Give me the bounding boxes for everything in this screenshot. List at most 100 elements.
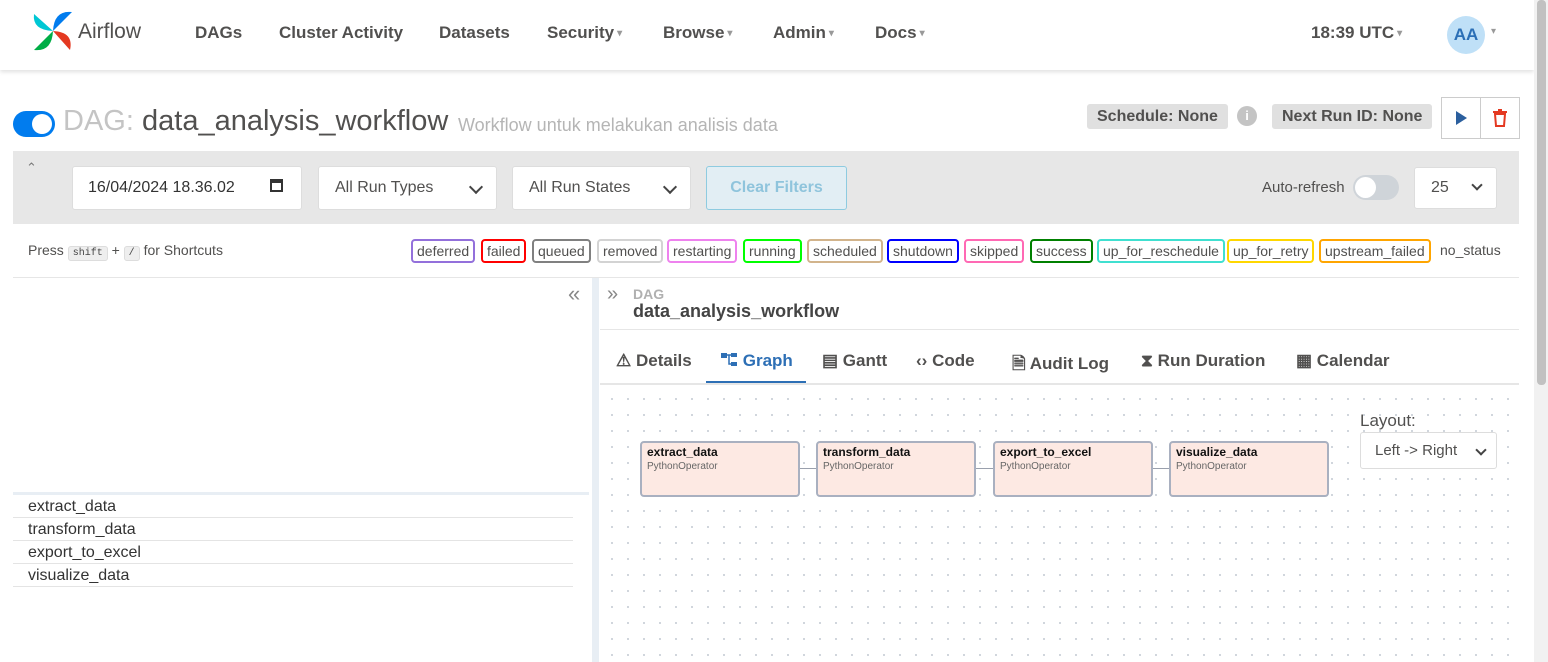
caret-down-icon[interactable]: ▾ (1491, 26, 1496, 37)
graph-node-export-to-excel[interactable]: export_to_excel PythonOperator (993, 441, 1153, 497)
nav-cluster-activity[interactable]: Cluster Activity (279, 23, 403, 43)
state-success[interactable]: success (1030, 239, 1093, 263)
collapse-up-icon[interactable]: ⌃ (26, 160, 37, 176)
breadcrumb-dag-name[interactable]: data_analysis_workflow (633, 301, 839, 322)
breadcrumb-label: DAG (633, 286, 665, 302)
state-no-status[interactable]: no_status (1440, 242, 1501, 258)
calendar-icon: ▦ (1296, 351, 1313, 370)
tab-code[interactable]: ‹› Code (916, 351, 975, 371)
graph-node-extract-data[interactable]: extract_data PythonOperator (640, 441, 800, 497)
tab-code-label: Code (932, 351, 975, 370)
brand-name[interactable]: Airflow (78, 20, 141, 44)
nav-datasets[interactable]: Datasets (439, 23, 510, 43)
panel-resizer[interactable] (592, 278, 599, 662)
layout-label: Layout: (1360, 411, 1416, 430)
user-avatar[interactable]: AA (1447, 16, 1485, 54)
node-title: transform_data (823, 445, 911, 459)
nav-dags[interactable]: DAGs (195, 23, 242, 43)
state-scheduled[interactable]: scheduled (807, 239, 883, 263)
caret-down-icon: ▾ (727, 28, 733, 40)
state-removed[interactable]: removed (597, 239, 664, 263)
state-shutdown[interactable]: shutdown (887, 239, 959, 263)
caret-down-icon: ▾ (1397, 28, 1403, 40)
schedule-badge: Schedule: None (1087, 104, 1228, 129)
calendar-icon[interactable] (270, 179, 283, 192)
layout-select[interactable]: Left -> Right (1360, 432, 1497, 469)
task-row-export-to-excel[interactable]: export_to_excel (13, 542, 573, 564)
tab-calendar[interactable]: ▦ Calendar (1296, 351, 1390, 371)
nav-docs[interactable]: Docs ▾ (875, 23, 925, 43)
delete-dag-button[interactable] (1480, 97, 1520, 139)
chevron-down-icon (1471, 179, 1483, 191)
info-icon[interactable]: i (1237, 106, 1257, 126)
nav-admin[interactable]: Admin ▾ (773, 23, 834, 43)
shortcuts-hint: Press shift + / for Shortcuts (28, 242, 223, 261)
timezone-menu[interactable]: 18:39 UTC ▾ (1311, 23, 1402, 43)
task-row-visualize-data[interactable]: visualize_data (13, 565, 573, 587)
warning-icon: ⚠ (616, 351, 632, 370)
state-running[interactable]: running (743, 239, 802, 263)
state-failed[interactable]: failed (481, 239, 527, 263)
graph-node-transform-data[interactable]: transform_data PythonOperator (816, 441, 976, 497)
airflow-logo-icon[interactable] (30, 8, 76, 54)
scrollbar-thumb[interactable] (1537, 0, 1546, 385)
code-icon: ‹› (916, 351, 928, 370)
state-skipped[interactable]: skipped (964, 239, 1025, 263)
nav-security-label: Security (547, 23, 615, 42)
tab-gantt[interactable]: ▤ Gantt (822, 351, 887, 371)
node-title: extract_data (647, 445, 718, 459)
state-upstream-failed[interactable]: upstream_failed (1319, 239, 1431, 263)
tab-graph-label: Graph (742, 351, 793, 370)
run-state-select[interactable]: All Run States (512, 166, 691, 210)
auto-refresh-toggle[interactable] (1353, 175, 1399, 200)
grid-divider (13, 492, 589, 495)
trash-icon (1493, 109, 1507, 127)
tab-details[interactable]: ⚠ Details (616, 351, 692, 371)
task-row-extract-data[interactable]: extract_data (13, 496, 573, 518)
nav-security[interactable]: Security ▾ (547, 23, 622, 43)
node-operator: PythonOperator (1000, 461, 1071, 472)
dag-title: data_analysis_workflow (142, 105, 449, 137)
state-up-for-retry[interactable]: up_for_retry (1227, 239, 1315, 263)
shortcuts-plus: + (111, 242, 120, 258)
state-restarting[interactable]: restarting (667, 239, 738, 263)
state-queued[interactable]: queued (532, 239, 591, 263)
page-size-select[interactable]: 25 (1414, 167, 1497, 209)
tab-run-duration-label: Run Duration (1157, 351, 1266, 370)
trigger-dag-button[interactable] (1441, 97, 1481, 139)
clear-filters-button[interactable]: Clear Filters (706, 166, 847, 210)
tab-details-label: Details (635, 351, 692, 370)
tab-graph[interactable]: Graph (721, 351, 793, 371)
page-size-value: 25 (1431, 179, 1449, 196)
run-state-value: All Run States (529, 179, 631, 196)
chevron-down-icon (468, 179, 484, 195)
divider (13, 277, 1519, 278)
caret-down-icon: ▾ (828, 28, 834, 40)
dag-pause-toggle[interactable] (13, 111, 55, 137)
shortcuts-press: Press (28, 242, 64, 258)
base-date-input[interactable]: 16/04/2024 18.36.02 (72, 166, 302, 210)
node-title: visualize_data (1176, 445, 1258, 459)
state-up-for-reschedule[interactable]: up_for_reschedule (1097, 239, 1225, 263)
layout-value: Left -> Right (1375, 442, 1458, 459)
chevron-down-icon (1475, 444, 1487, 456)
tab-audit-log-label: Audit Log (1029, 354, 1110, 373)
shortcuts-suffix: for Shortcuts (143, 242, 223, 258)
node-title: export_to_excel (1000, 445, 1092, 459)
divider (600, 329, 1519, 330)
tab-audit-log[interactable]: 🗎 Audit Log (1012, 351, 1109, 380)
run-type-select[interactable]: All Run Types (318, 166, 497, 210)
nav-browse[interactable]: Browse ▾ (663, 23, 732, 43)
task-row-transform-data[interactable]: transform_data (13, 519, 573, 541)
collapse-left-icon[interactable]: « (568, 281, 580, 307)
state-deferred[interactable]: deferred (411, 239, 476, 263)
graph-node-visualize-data[interactable]: visualize_data PythonOperator (1169, 441, 1329, 497)
tab-run-duration[interactable]: ⧗ Run Duration (1141, 351, 1265, 371)
caret-down-icon: ▾ (617, 28, 623, 40)
next-run-badge: Next Run ID: None (1272, 104, 1433, 129)
node-operator: PythonOperator (823, 461, 894, 472)
dag-description: Workflow untuk melakukan analisis data (458, 115, 778, 135)
tab-calendar-label: Calendar (1316, 351, 1390, 370)
expand-right-icon[interactable]: » (607, 283, 618, 306)
nav-docs-label: Docs (875, 23, 917, 42)
